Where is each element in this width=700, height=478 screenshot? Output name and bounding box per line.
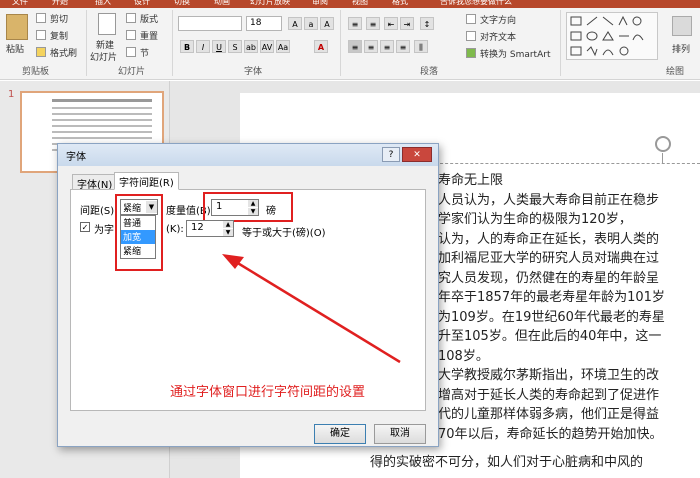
- annotation-caption: 通过字体窗口进行字符间距的设置: [170, 385, 366, 400]
- annotation-arrow: [222, 254, 401, 364]
